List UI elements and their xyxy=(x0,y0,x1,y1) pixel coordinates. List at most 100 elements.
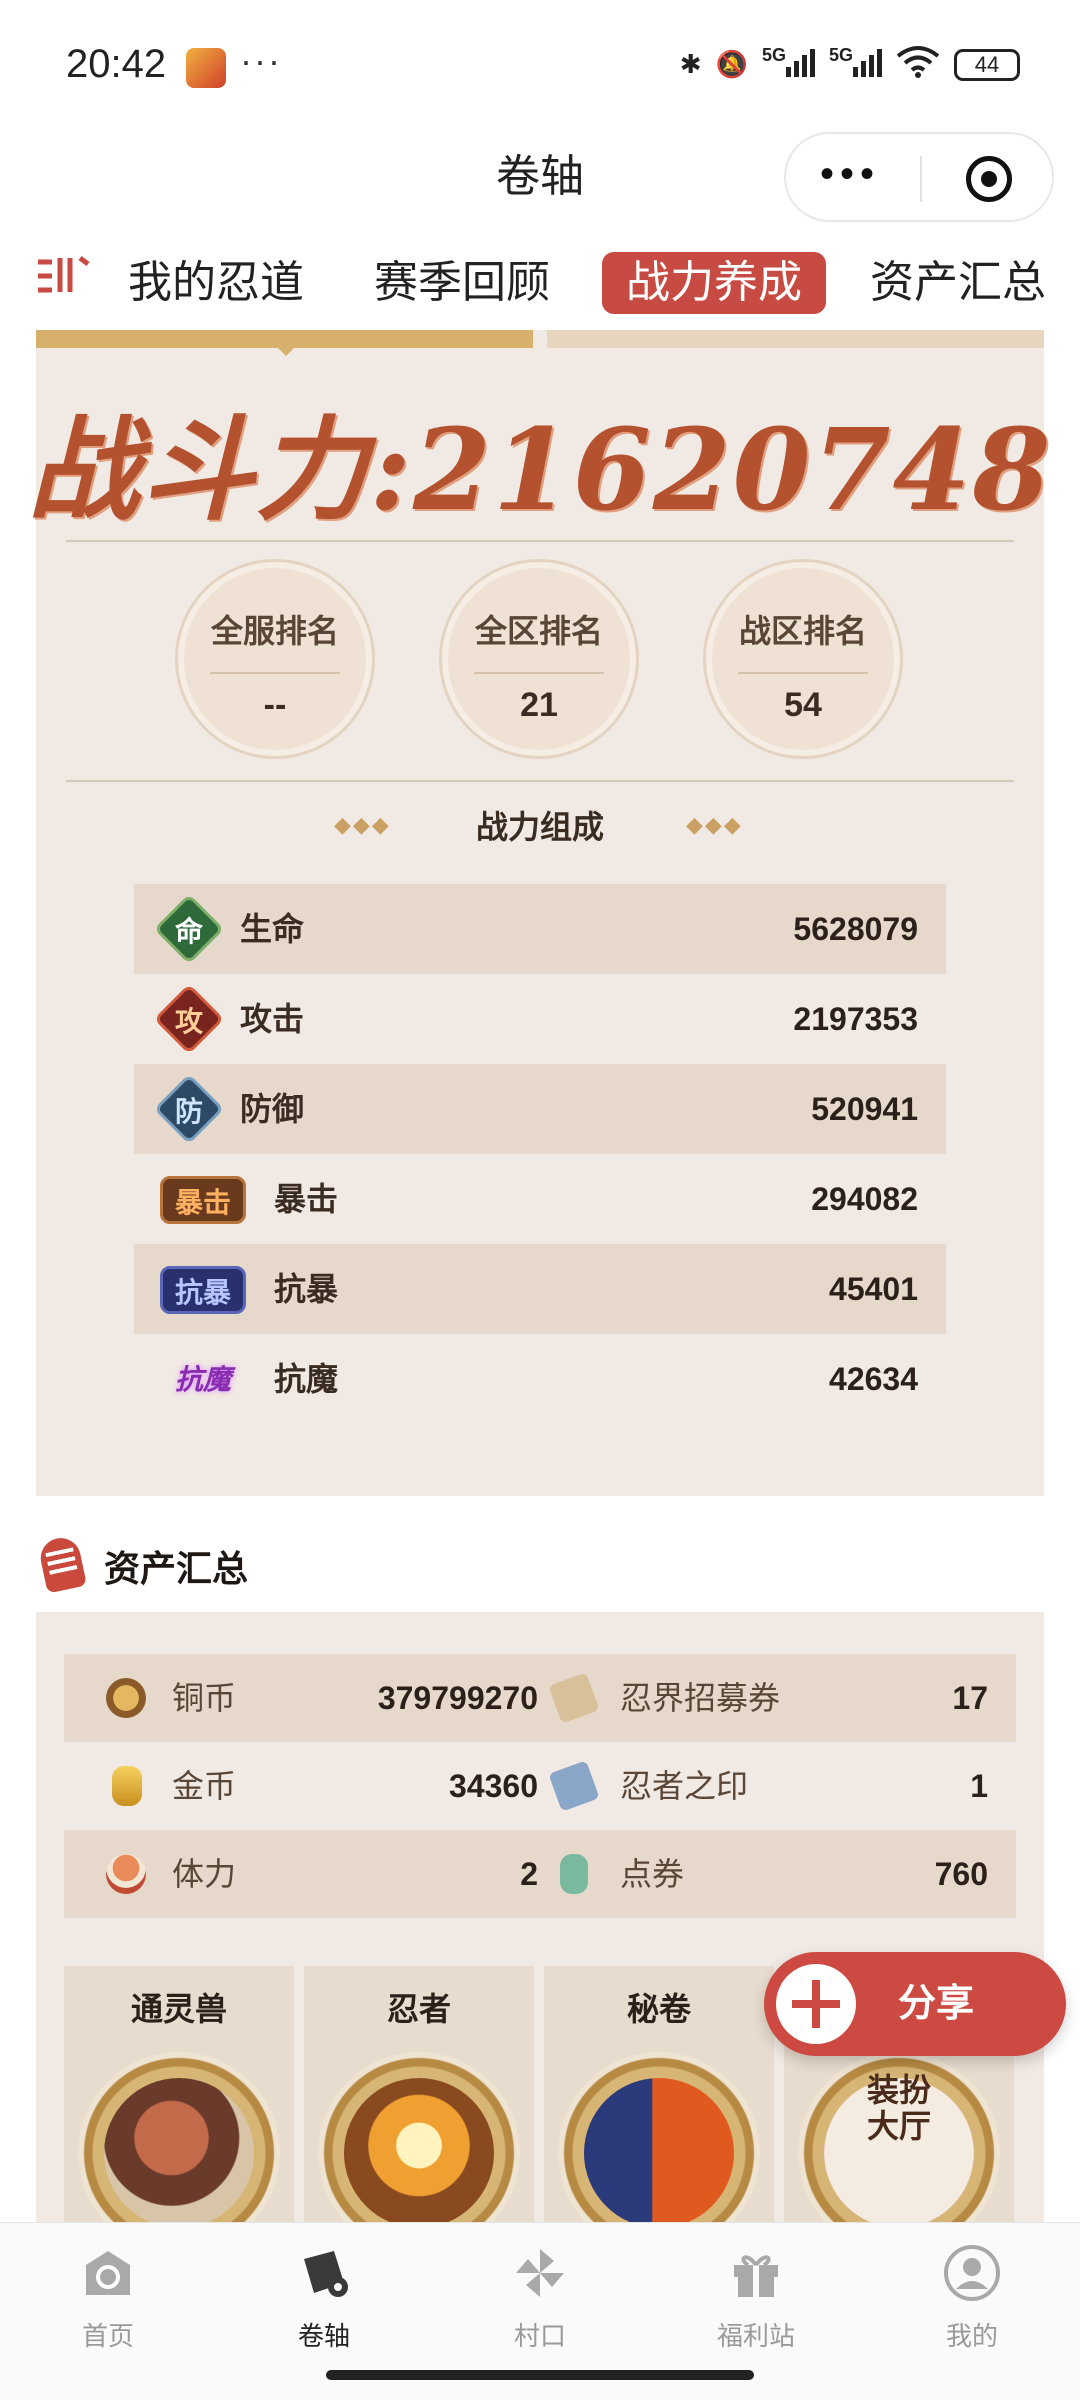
asset-label: 忍界招募券 xyxy=(620,1680,781,1716)
share-button[interactable]: 分享 xyxy=(764,1952,1066,2056)
nav-me[interactable]: 我的 xyxy=(892,2243,1052,2353)
rank-separator xyxy=(738,672,868,674)
rank-separator xyxy=(210,672,340,674)
stat-row-magic-resist: 抗魔 抗魔 42634 xyxy=(134,1334,946,1424)
status-time: 20:42 xyxy=(66,42,167,86)
summon-beast-icon xyxy=(78,2052,280,2222)
battery-indicator: 44 xyxy=(954,48,1020,81)
card-ninja[interactable]: 忍者 xyxy=(304,1966,534,2222)
diamond-ornament-right: ◆◆◆ xyxy=(686,812,743,837)
ninja-icon xyxy=(318,2052,520,2222)
divider xyxy=(66,780,1014,782)
panel-bar-right xyxy=(547,330,1044,348)
stat-row-hp: 命 生命 5628079 xyxy=(134,884,946,974)
stamina-bowl-icon xyxy=(106,1854,146,1894)
card-title: 通灵兽 xyxy=(130,1991,227,2027)
user-avatar-icon xyxy=(944,2245,1000,2301)
app-notification-icon xyxy=(186,48,226,88)
bluetooth-icon: ✱ xyxy=(679,49,702,79)
stat-value: 2197353 xyxy=(793,1001,918,1037)
attack-icon: 攻 xyxy=(153,983,225,1055)
asset-value: 379799270 xyxy=(377,1680,538,1716)
signal-2: 5G xyxy=(829,45,882,84)
rank-server: 全服排名 -- xyxy=(178,562,372,756)
stat-row-attack: 攻 攻击 2197353 xyxy=(134,974,946,1064)
share-label: 分享 xyxy=(898,1983,975,2025)
voucher-icon xyxy=(560,1854,588,1894)
nav-village[interactable]: 村口 xyxy=(460,2243,620,2353)
stat-value: 42634 xyxy=(829,1361,918,1397)
stat-label: 抗魔 xyxy=(274,1361,339,1397)
tab-season-review[interactable]: 赛季回顾 xyxy=(374,252,550,314)
plus-icon xyxy=(776,1964,856,2044)
stat-value: 5628079 xyxy=(793,911,918,947)
asset-row: 铜币 379799270 忍界招募券 17 xyxy=(64,1654,1016,1742)
crit-resist-icon: 抗暴 xyxy=(160,1266,246,1314)
asset-row: 体力 2 点券 760 xyxy=(64,1830,1016,1918)
asset-label: 金币 xyxy=(172,1768,237,1804)
rank-separator xyxy=(474,672,604,674)
tab-asset-summary[interactable]: 资产汇总 xyxy=(870,252,1046,314)
stat-value: 45401 xyxy=(829,1271,918,1307)
capsule-divider xyxy=(920,156,922,202)
stat-row-crit: 暴击 暴击 294082 xyxy=(134,1154,946,1244)
mute-bell-icon: 🔕 xyxy=(715,49,748,79)
tab-menu-icon[interactable] xyxy=(36,252,90,298)
stat-row-defense: 防 防御 520941 xyxy=(134,1064,946,1154)
combat-power-label: 战斗力: xyxy=(27,405,413,536)
stat-label: 防御 xyxy=(240,1091,305,1127)
defense-icon: 防 xyxy=(153,1073,225,1145)
rank-battle-zone: 战区排名 54 xyxy=(706,562,900,756)
title-bar: 卷轴 ••• xyxy=(0,130,1080,240)
nav-label: 村口 xyxy=(513,2321,566,2351)
nav-label: 福利站 xyxy=(716,2321,795,2351)
home-leaf-icon xyxy=(86,2251,130,2295)
nav-scroll[interactable]: 卷轴 xyxy=(244,2243,404,2353)
rank-label: 全区排名 xyxy=(474,613,603,649)
rank-value: -- xyxy=(263,686,287,724)
asset-label: 体力 xyxy=(172,1856,237,1892)
signal-1: 5G xyxy=(762,45,815,84)
tab-power-growth[interactable]: 战力养成 xyxy=(602,252,826,314)
asset-label: 忍者之印 xyxy=(620,1768,749,1804)
more-dots-icon[interactable]: ••• xyxy=(820,152,880,197)
panel-top-bars xyxy=(36,330,1044,356)
nav-home[interactable]: 首页 xyxy=(28,2243,188,2353)
tab-my-ninja-way[interactable]: 我的忍道 xyxy=(128,252,304,314)
card-title: 秘卷 xyxy=(626,1991,691,2027)
secret-scroll-icon xyxy=(558,2052,760,2222)
card-summon-beast[interactable]: 通灵兽 xyxy=(64,1966,294,2222)
stat-value: 520941 xyxy=(811,1091,918,1127)
recruit-ticket-icon xyxy=(548,1672,600,1724)
copper-coin-icon xyxy=(106,1678,146,1718)
nav-welfare[interactable]: 福利站 xyxy=(676,2243,836,2353)
combat-power: 战斗力:21620748 xyxy=(0,380,1080,542)
rank-label: 战区排名 xyxy=(738,613,867,649)
rank-value: 21 xyxy=(520,686,558,724)
nav-label: 卷轴 xyxy=(297,2321,350,2351)
stat-label: 生命 xyxy=(240,911,305,947)
dressup-hall-lettering: 装扮大厅 xyxy=(866,2071,931,2145)
nav-label: 我的 xyxy=(945,2321,998,2351)
card-secret-scroll[interactable]: 秘卷 xyxy=(544,1966,774,2222)
crit-icon: 暴击 xyxy=(160,1176,246,1224)
asset-value: 2 xyxy=(520,1856,538,1892)
card-title: 忍者 xyxy=(386,1991,451,2027)
target-circle-icon[interactable] xyxy=(966,156,1012,202)
pinwheel-icon xyxy=(516,2249,564,2297)
scroll-icon xyxy=(37,1534,87,1594)
wifi-icon xyxy=(896,44,940,85)
asset-summary-title: 资产汇总 xyxy=(104,1548,249,1589)
scroll-nav-icon xyxy=(304,2251,348,2297)
panel-pointer xyxy=(276,346,296,356)
asset-value: 17 xyxy=(952,1680,988,1716)
gift-icon xyxy=(734,2255,778,2297)
asset-value: 34360 xyxy=(449,1768,538,1804)
asset-label: 铜币 xyxy=(172,1680,237,1716)
asset-value: 760 xyxy=(934,1856,988,1892)
stat-value: 294082 xyxy=(811,1181,918,1217)
status-bar: 20:42 ··· ✱ 🔕 5G 5G 44 xyxy=(0,0,1080,130)
dressup-hall-icon: 装扮大厅 xyxy=(798,2052,1000,2222)
status-more-indicator: ··· xyxy=(240,40,282,81)
rank-label: 全服排名 xyxy=(210,613,339,649)
